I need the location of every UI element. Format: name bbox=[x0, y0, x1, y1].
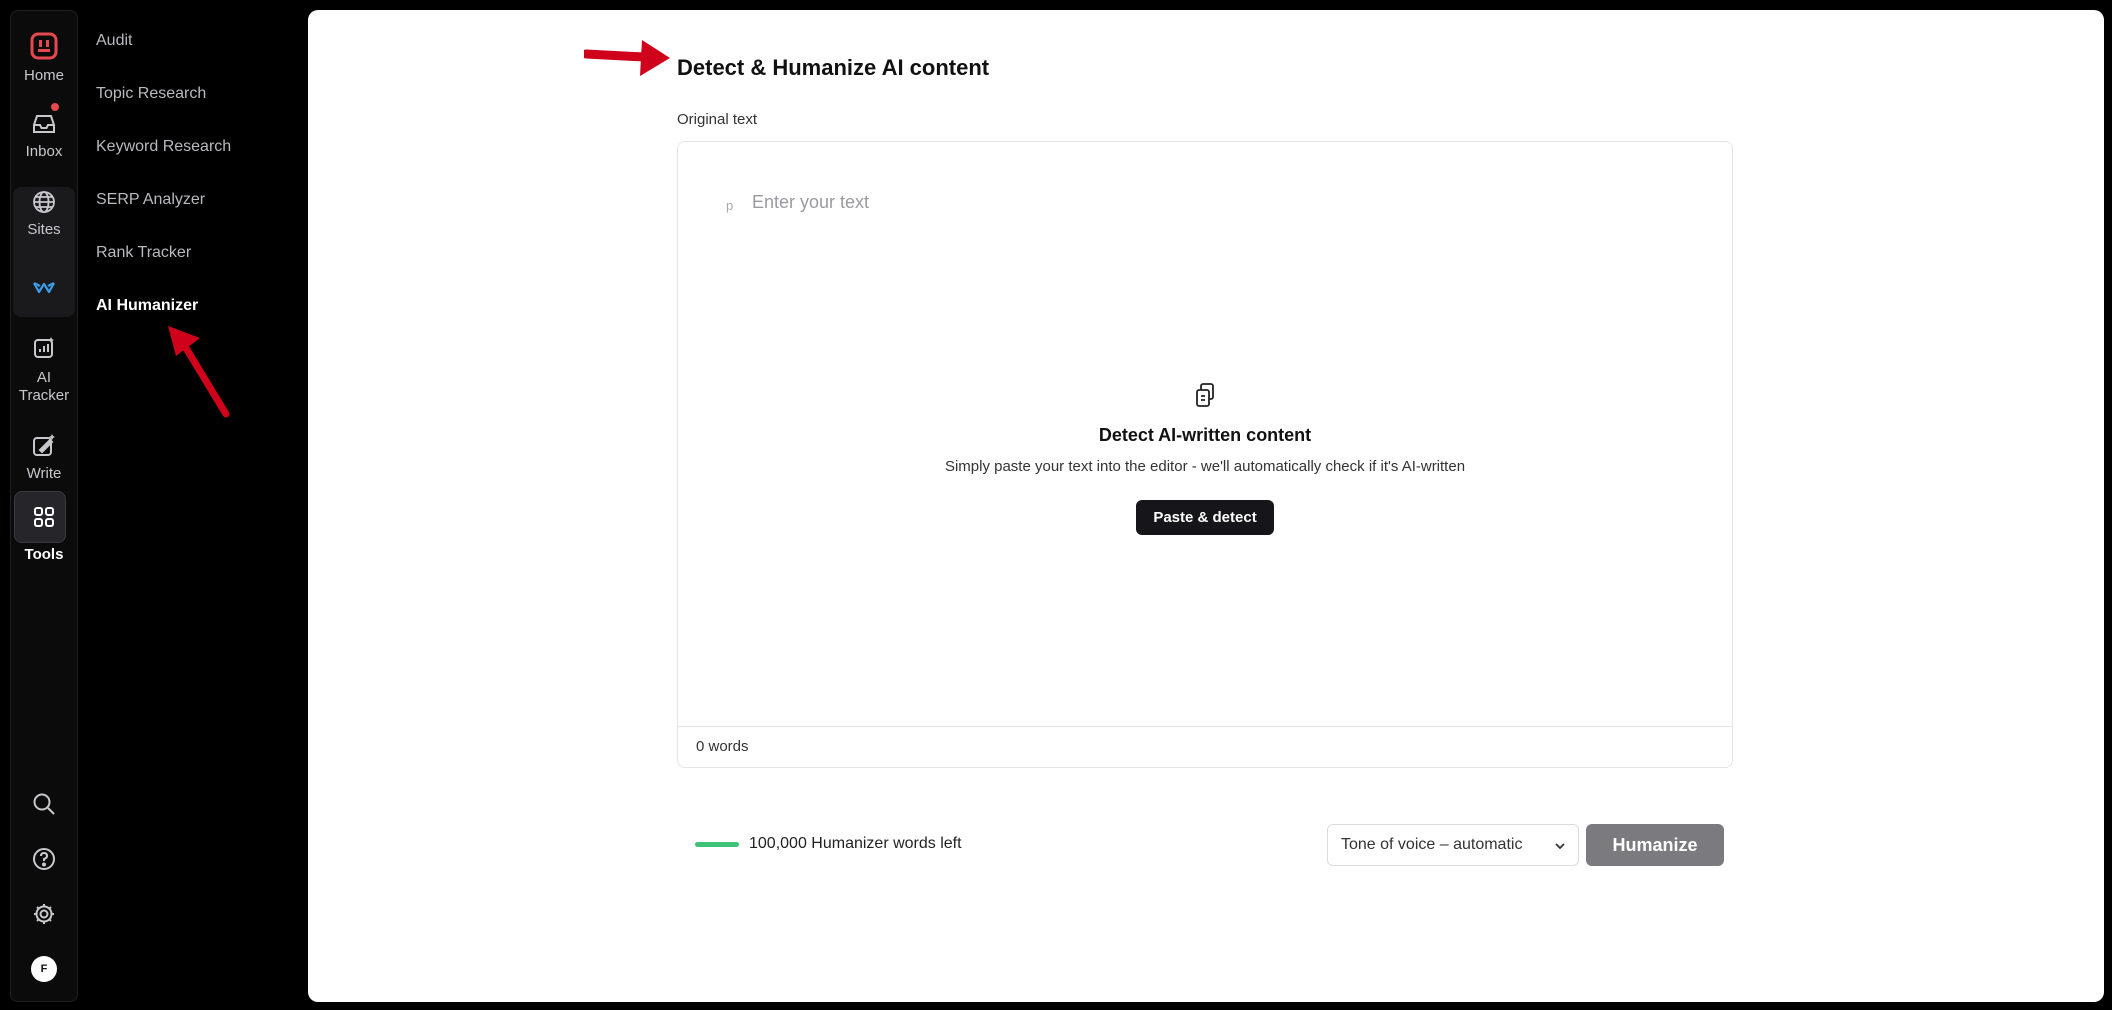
icon-rail: Home Inbox Sites AI Tracker Write Tools … bbox=[10, 10, 78, 1002]
annotation-arrow-title bbox=[584, 40, 670, 76]
subnav-item-serp-analyzer[interactable]: SERP Analyzer bbox=[96, 189, 296, 242]
paste-detect-button[interactable]: Paste & detect bbox=[1136, 500, 1274, 535]
rail-sites[interactable]: Sites bbox=[11, 189, 77, 239]
humanize-bar: 100,000 Humanizer words left Tone of voi… bbox=[677, 820, 1733, 870]
subnav-item-topic-research[interactable]: Topic Research bbox=[96, 83, 296, 136]
gear-icon bbox=[34, 904, 54, 924]
rail-inbox[interactable]: Inbox bbox=[11, 111, 77, 161]
search-icon bbox=[33, 793, 55, 815]
editor-footer: 0 words bbox=[678, 726, 1732, 767]
page-title: Detect & Humanize AI content bbox=[677, 55, 990, 80]
word-count: 0 words bbox=[696, 738, 749, 755]
rail-write-label: Write bbox=[26, 465, 62, 482]
quota-progress-bar bbox=[695, 842, 739, 847]
humanizer-quota-text: 100,000 Humanizer words left bbox=[749, 835, 962, 852]
text-editor[interactable]: p Enter your text Detect AI-written cont… bbox=[677, 141, 1733, 768]
chevron-down-icon bbox=[1555, 843, 1565, 850]
empty-state: Detect AI-written content Simply paste y… bbox=[678, 382, 1732, 535]
rail-tools[interactable]: Tools bbox=[11, 504, 77, 564]
subnav-item-keyword-research[interactable]: Keyword Research bbox=[96, 136, 296, 189]
subnav-item-audit[interactable]: Audit bbox=[96, 30, 296, 83]
main-panel: Detect & Humanize AI content Original te… bbox=[308, 10, 2104, 1002]
grid-four-icon bbox=[34, 507, 54, 527]
rail-home[interactable]: Home bbox=[11, 31, 77, 85]
rail-search[interactable] bbox=[11, 791, 77, 817]
avatar: F bbox=[31, 956, 57, 982]
original-text-label: Original text bbox=[677, 111, 758, 128]
humanize-button[interactable]: Humanize bbox=[1586, 824, 1724, 866]
paragraph-tag-indicator: p bbox=[726, 198, 734, 213]
rail-ai-tracker-label: AI Tracker bbox=[18, 369, 70, 404]
rail-settings[interactable] bbox=[11, 901, 77, 927]
inbox-tray-icon bbox=[33, 115, 55, 133]
globe-icon bbox=[33, 191, 55, 213]
pen-sparkle-icon bbox=[33, 434, 55, 456]
rail-write[interactable]: Write bbox=[11, 433, 77, 483]
rail-active-site[interactable] bbox=[11, 277, 77, 299]
rail-ai-tracker[interactable]: AI Tracker bbox=[11, 335, 77, 405]
subnav-item-rank-tracker[interactable]: Rank Tracker bbox=[96, 242, 296, 295]
chart-sparkle-icon bbox=[34, 337, 54, 358]
rail-home-label: Home bbox=[23, 67, 64, 84]
tone-of-voice-select[interactable]: Tone of voice – automatic bbox=[1327, 824, 1579, 866]
rail-avatar[interactable]: F bbox=[11, 956, 77, 982]
rail-sites-label: Sites bbox=[27, 221, 61, 238]
empty-state-description: Simply paste your text into the editor -… bbox=[944, 458, 1466, 475]
inbox-notification-dot bbox=[51, 103, 59, 111]
rail-inbox-label: Inbox bbox=[25, 143, 63, 160]
copy-clipboard-icon bbox=[1196, 383, 1214, 407]
tone-of-voice-value: Tone of voice – automatic bbox=[1341, 836, 1523, 853]
rail-tools-label: Tools bbox=[24, 546, 64, 563]
rail-help[interactable] bbox=[11, 846, 77, 872]
crown-zigzag-icon bbox=[33, 282, 55, 294]
help-circle-icon bbox=[33, 848, 55, 870]
annotation-arrow-nav bbox=[168, 326, 230, 418]
editor-placeholder[interactable]: Enter your text bbox=[752, 192, 869, 213]
empty-state-title: Detect AI-written content bbox=[1098, 425, 1312, 445]
tools-subnav: Audit Topic Research Keyword Research SE… bbox=[96, 30, 296, 348]
brand-logo-icon bbox=[30, 32, 58, 60]
